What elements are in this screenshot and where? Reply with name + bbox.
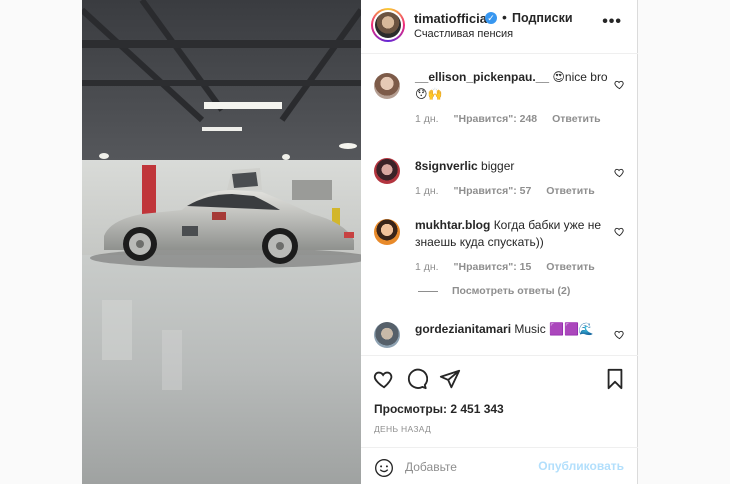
share-paper-plane-icon[interactable] <box>439 368 461 390</box>
emoji-smiley-icon[interactable] <box>374 458 394 478</box>
comment-meta: 1 дн. "Нравится": 248 Ответить <box>415 113 613 125</box>
comment-meta: 1 дн. "Нравится": 57 Ответить <box>415 185 607 197</box>
comment-text: Music 🟪🟪🌊 <box>514 322 594 336</box>
publish-button[interactable]: Опубликовать <box>538 459 624 473</box>
post-details-panel: timatiofficial ✓ • Подписки Счастливая п… <box>361 0 638 484</box>
post-actions: Просмотры: 2 451 343 ДЕНЬ НАЗАД <box>361 355 638 447</box>
reply-button[interactable]: Ответить <box>546 261 595 273</box>
commenter-username[interactable]: mukhtar.blog <box>415 218 490 232</box>
reply-button[interactable]: Ответить <box>552 113 601 125</box>
verified-badge-icon: ✓ <box>485 12 497 24</box>
comment-likes[interactable]: "Нравится": 248 <box>454 113 538 125</box>
comment-input[interactable] <box>405 456 535 478</box>
following-button[interactable]: Подписки <box>512 11 573 25</box>
comment-age: 1 дн. <box>415 261 439 273</box>
like-comment-heart-icon[interactable] <box>614 79 625 90</box>
like-comment-heart-icon[interactable] <box>614 167 625 178</box>
like-comment-heart-icon[interactable] <box>614 226 625 237</box>
comments-list[interactable]: __ellison_pickenpau.__ 😍nice bro 😯🙌 1 дн… <box>361 55 638 355</box>
comment-meta: 1 дн. "Нравится": 15 Ответить <box>415 261 607 273</box>
reply-button[interactable]: Ответить <box>546 185 595 197</box>
post-location[interactable]: Счастливая пенсия <box>414 28 513 40</box>
commenter-avatar[interactable] <box>374 322 400 348</box>
save-bookmark-icon[interactable] <box>604 368 626 390</box>
post-header: timatiofficial ✓ • Подписки Счастливая п… <box>361 0 638 54</box>
comment-likes[interactable]: "Нравится": 57 <box>454 185 532 197</box>
like-comment-heart-icon[interactable] <box>614 329 625 340</box>
add-comment-bar: Опубликовать <box>361 447 638 484</box>
commenter-avatar[interactable] <box>374 158 400 184</box>
views-count[interactable]: Просмотры: 2 451 343 <box>374 402 504 416</box>
separator-dot: • <box>502 9 507 25</box>
commenter-username[interactable]: gordezianitamari <box>415 322 511 336</box>
commenter-avatar[interactable] <box>374 73 400 99</box>
garage-car-image <box>82 0 361 484</box>
author-avatar[interactable] <box>371 8 405 42</box>
post-video[interactable] <box>82 0 361 484</box>
comment-age: 1 дн. <box>415 185 439 197</box>
commenter-username[interactable]: 8signverlic <box>415 159 478 173</box>
commenter-username[interactable]: __ellison_pickenpau.__ <box>415 70 549 84</box>
replies-divider <box>418 290 438 292</box>
comment-bubble-icon[interactable] <box>406 368 428 390</box>
comment-likes[interactable]: "Нравится": 15 <box>454 261 532 273</box>
author-username[interactable]: timatiofficial <box>414 11 491 26</box>
comment-age: 1 дн. <box>415 113 439 125</box>
comment-text: bigger <box>481 159 515 173</box>
like-heart-icon[interactable] <box>373 368 395 390</box>
commenter-avatar[interactable] <box>374 219 400 245</box>
view-replies-label: Посмотреть ответы (2) <box>452 285 571 297</box>
view-replies-button[interactable]: Посмотреть ответы (2) <box>418 285 570 297</box>
more-options-icon[interactable]: ••• <box>602 14 622 30</box>
post-timestamp[interactable]: ДЕНЬ НАЗАД <box>374 424 431 434</box>
